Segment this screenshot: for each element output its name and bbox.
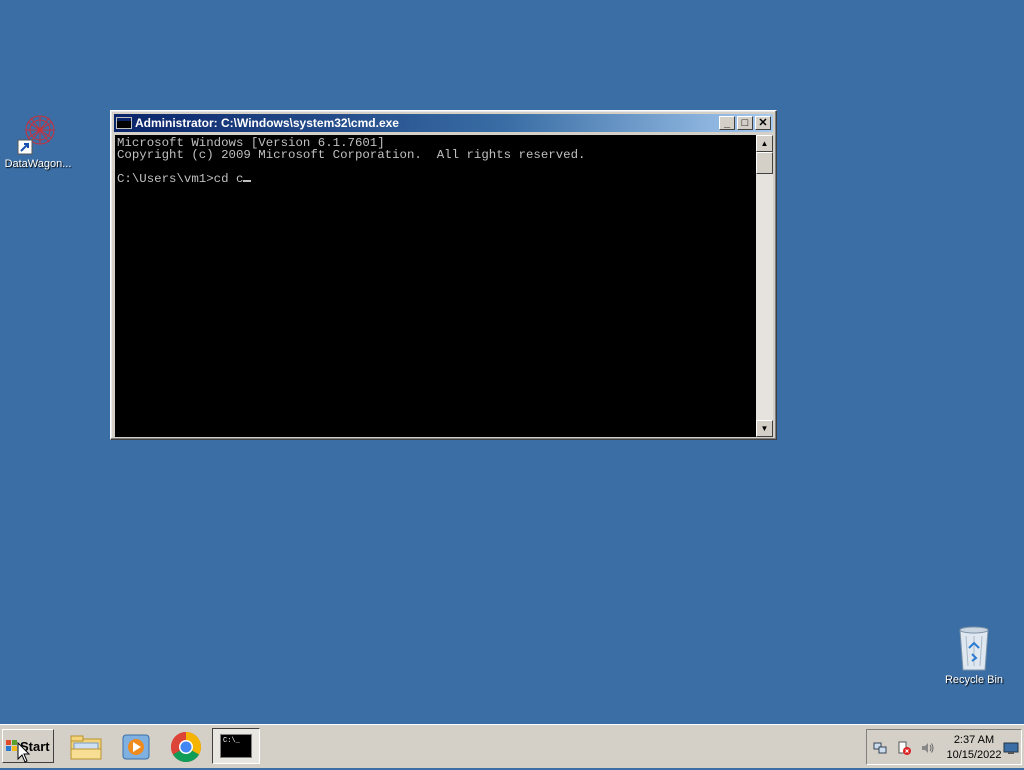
- cmd-window[interactable]: Administrator: C:\Windows\system32\cmd.e…: [110, 110, 777, 440]
- close-button[interactable]: ✕: [755, 116, 771, 130]
- cmd-taskbar-icon: C:\_: [220, 734, 252, 758]
- window-titlebar[interactable]: Administrator: C:\Windows\system32\cmd.e…: [114, 114, 773, 132]
- console-command-text: C:\Users\vm1>cd c: [117, 172, 244, 186]
- console-line: Copyright (c) 2009 Microsoft Corporation…: [117, 148, 586, 162]
- scroll-down-button[interactable]: ▼: [756, 420, 773, 437]
- clock[interactable]: 2:37 AM 10/15/2022: [945, 733, 1003, 763]
- taskbar-cmd-button[interactable]: C:\_: [212, 728, 260, 764]
- desktop-icon-label: Recycle Bin: [944, 674, 1004, 686]
- scroll-thumb[interactable]: [756, 152, 773, 174]
- vertical-scrollbar[interactable]: ▲ ▼: [756, 135, 773, 437]
- desktop-icon-datawagon[interactable]: DataWagon...: [0, 108, 78, 170]
- file-explorer-icon[interactable]: [68, 729, 104, 765]
- mouse-cursor-icon: [17, 741, 31, 769]
- chrome-icon[interactable]: [168, 729, 204, 765]
- system-tray: 2:37 AM 10/15/2022: [866, 729, 1022, 765]
- console-prompt-line: C:\Users\vm1>cd c: [117, 173, 754, 185]
- window-title: Administrator: C:\Windows\system32\cmd.e…: [135, 116, 399, 130]
- media-player-icon[interactable]: [118, 729, 154, 765]
- taskbar: Start C:\_ 2:37 AM 10/15/2022: [0, 724, 1024, 768]
- datawagon-shortcut-icon: [14, 108, 62, 156]
- minimize-button[interactable]: _: [719, 116, 735, 130]
- cmd-app-icon[interactable]: [116, 117, 132, 129]
- show-desktop-icon[interactable]: [1003, 741, 1019, 755]
- console-output[interactable]: Microsoft Windows [Version 6.1.7601] Copy…: [115, 135, 756, 437]
- recycle-bin-icon: [950, 624, 998, 672]
- maximize-button[interactable]: □: [737, 116, 753, 130]
- scroll-up-button[interactable]: ▲: [756, 135, 773, 152]
- clock-date: 10/15/2022: [946, 749, 1002, 761]
- clock-time: 2:37 AM: [953, 734, 995, 746]
- desktop-icon-recycle-bin[interactable]: Recycle Bin: [934, 624, 1014, 686]
- action-center-warning-icon[interactable]: [897, 741, 911, 755]
- desktop-icon-label: DataWagon...: [4, 158, 72, 170]
- text-cursor: [243, 180, 252, 182]
- network-icon[interactable]: [873, 741, 887, 755]
- volume-icon[interactable]: [921, 741, 935, 755]
